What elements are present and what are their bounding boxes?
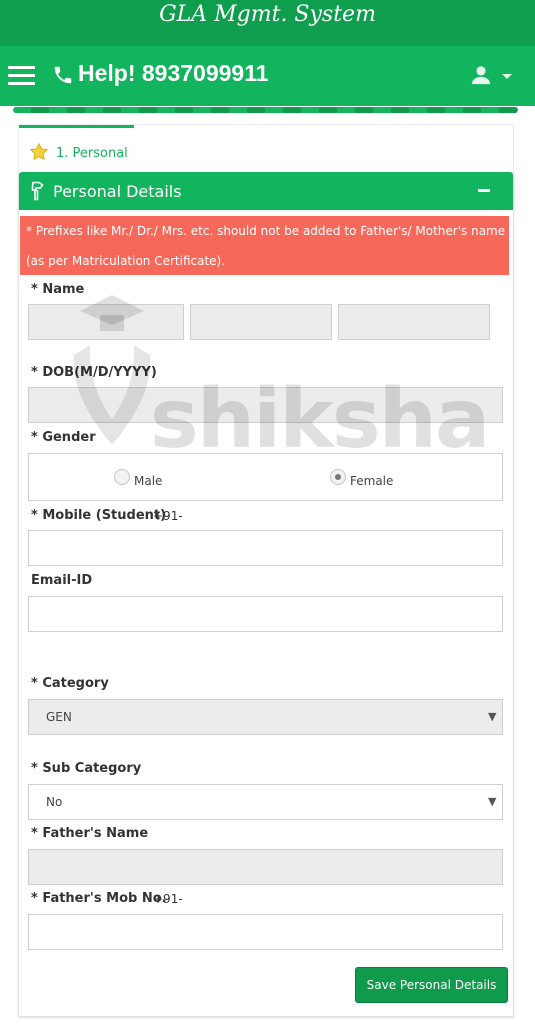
phone-icon xyxy=(54,66,72,84)
chevron-down-icon[interactable] xyxy=(502,74,512,79)
hand-pointer-icon xyxy=(31,181,44,201)
mobile-label: * Mobile (Student) xyxy=(31,508,167,523)
name-label: * Name xyxy=(31,282,85,297)
user-icon[interactable] xyxy=(470,64,492,86)
menu-icon[interactable] xyxy=(8,66,35,86)
gender-group: Male Female xyxy=(28,453,503,501)
category-select[interactable]: GEN ▼ xyxy=(28,699,503,735)
mobile-input[interactable] xyxy=(28,530,503,566)
father-mob-prefix: +91- xyxy=(153,892,183,906)
dropdown-arrow-icon: ▼ xyxy=(488,795,497,808)
tab-bar: 1. Personal xyxy=(18,124,514,173)
help-phone[interactable]: Help! 8937099911 xyxy=(78,60,269,87)
father-name-input[interactable] xyxy=(28,849,503,885)
nav-bar: Help! 8937099911 xyxy=(0,46,535,106)
star-icon xyxy=(29,142,49,161)
subcategory-label: * Sub Category xyxy=(31,761,142,776)
last-name-input[interactable] xyxy=(338,304,490,340)
middle-name-input[interactable] xyxy=(190,304,332,340)
gender-male-radio[interactable] xyxy=(114,469,130,485)
app-title: GLA Mgmt. System xyxy=(159,2,376,27)
notice-line-2: (as per Matriculation Certificate). xyxy=(26,254,226,268)
first-name-input[interactable] xyxy=(28,304,184,340)
notice-banner: * Prefixes like Mr./ Dr./ Mrs. etc. shou… xyxy=(20,216,509,275)
gender-female-label[interactable]: Female xyxy=(350,474,393,488)
father-name-label: * Father's Name xyxy=(31,826,149,841)
collapse-icon[interactable] xyxy=(478,189,490,192)
personal-details-panel: Personal Details * Prefixes like Mr./ Dr… xyxy=(18,172,514,1017)
progress-stripe xyxy=(13,107,518,113)
app-header: GLA Mgmt. System xyxy=(0,0,535,46)
tab-label: 1. Personal xyxy=(56,146,128,161)
gender-male-label[interactable]: Male xyxy=(134,474,162,488)
subcategory-value: No xyxy=(46,795,63,809)
category-label: * Category xyxy=(31,676,109,691)
panel-header[interactable]: Personal Details xyxy=(19,172,513,210)
father-mob-label: * Father's Mob No. xyxy=(31,891,167,906)
subcategory-select[interactable]: No ▼ xyxy=(28,784,503,820)
gender-label: * Gender xyxy=(31,430,96,445)
dropdown-arrow-icon: ▼ xyxy=(488,710,497,723)
panel-title: Personal Details xyxy=(53,182,182,201)
email-input[interactable] xyxy=(28,596,503,632)
category-value: GEN xyxy=(46,710,72,724)
mobile-prefix: +91- xyxy=(153,509,183,523)
save-personal-details-button[interactable]: Save Personal Details xyxy=(355,967,508,1003)
dob-label: * DOB(M/D/YYYY) xyxy=(31,365,157,380)
tab-personal[interactable]: 1. Personal xyxy=(19,125,134,173)
notice-line-1: * Prefixes like Mr./ Dr./ Mrs. etc. shou… xyxy=(26,224,506,238)
dob-input[interactable] xyxy=(28,387,503,423)
email-label: Email-ID xyxy=(31,573,93,588)
father-mob-input[interactable] xyxy=(28,914,503,950)
gender-female-radio[interactable] xyxy=(330,469,346,485)
